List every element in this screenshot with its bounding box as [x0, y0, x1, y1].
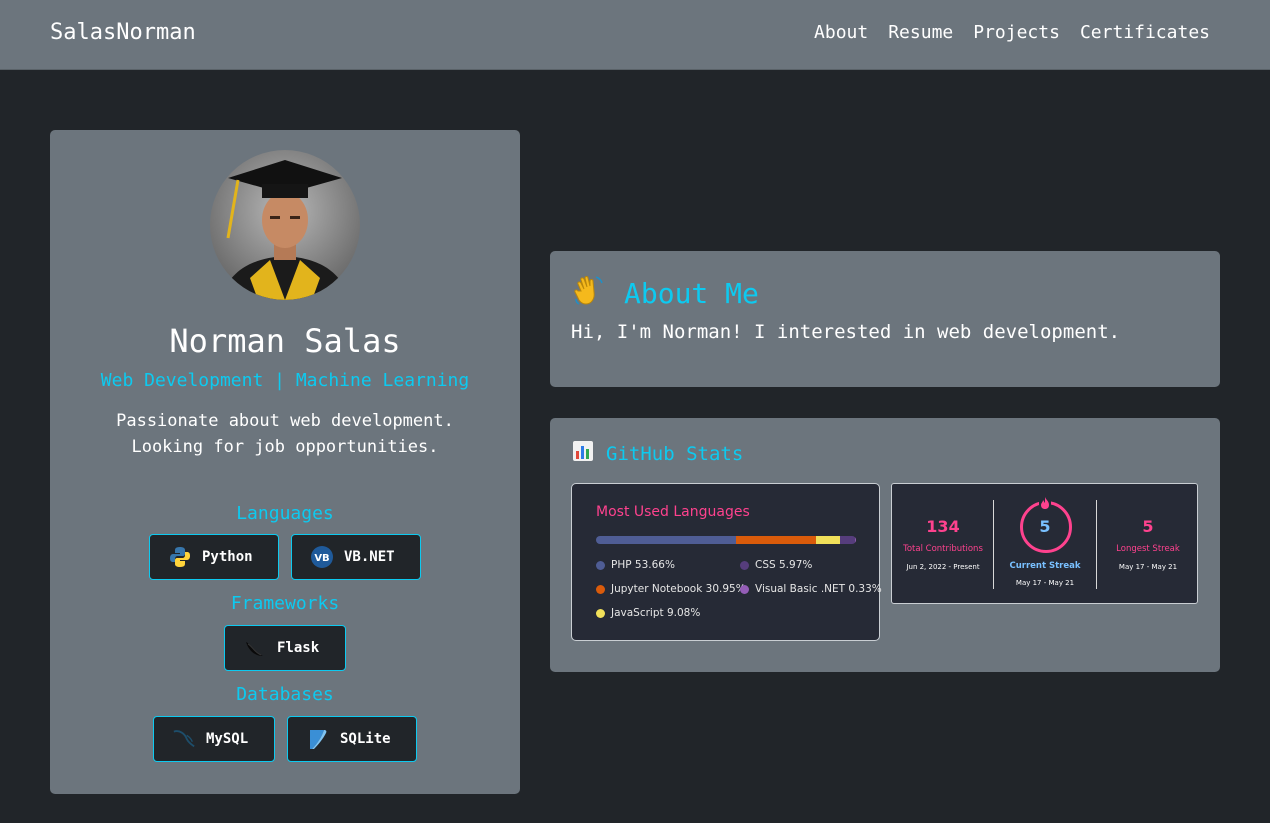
flame-icon	[1039, 495, 1051, 509]
bar-chart-icon	[572, 440, 594, 467]
chip-label: VB.NET	[344, 549, 395, 565]
longest-streak-range: May 17 - May 21	[1118, 563, 1178, 571]
chip-mysql[interactable]: MySQL	[153, 716, 275, 762]
github-stats-heading: GitHub Stats	[572, 440, 743, 467]
nav-links: About Resume Projects Certificates	[814, 22, 1210, 43]
bio-line: Looking for job opportunities.	[131, 437, 439, 457]
legend-item: PHP 53.66%	[596, 559, 675, 571]
legend-item: Visual Basic .NET 0.33%	[740, 583, 882, 595]
nav-link-projects[interactable]: Projects	[973, 22, 1060, 43]
about-heading: About Me	[572, 273, 759, 314]
language-bar-segment	[855, 536, 856, 544]
legend-label: Visual Basic .NET 0.33%	[755, 583, 882, 595]
legend-dot	[740, 560, 749, 570]
databases-heading: Databases	[236, 684, 334, 705]
nav-link-certificates[interactable]: Certificates	[1080, 22, 1210, 43]
longest-streak-stat: 5 Longest Streak May 17 - May 21	[1097, 517, 1199, 571]
nav-link-about[interactable]: About	[814, 22, 868, 43]
total-contributions-range: Jun 2, 2022 - Present	[906, 563, 980, 571]
legend-item: JavaScript 9.08%	[596, 607, 700, 619]
chip-sqlite[interactable]: SQLite	[287, 716, 417, 762]
language-bar-segment	[735, 536, 816, 544]
frameworks-chips: Flask	[50, 625, 520, 671]
legend-dot	[596, 584, 605, 594]
legend-label: PHP 53.66%	[611, 559, 675, 571]
chip-label: Flask	[277, 640, 320, 656]
languages-progress-bar	[596, 536, 856, 544]
nav-link-resume[interactable]: Resume	[888, 22, 953, 43]
total-contributions-stat: 134 Total Contributions Jun 2, 2022 - Pr…	[892, 517, 994, 571]
chip-vbnet[interactable]: VB VB.NET	[291, 534, 421, 580]
chip-flask[interactable]: Flask	[224, 625, 346, 671]
legend-dot	[596, 608, 605, 618]
github-stats-card: GitHub Stats Most Used Languages PHP 53.…	[550, 418, 1220, 672]
total-contributions-label: Total Contributions	[903, 544, 983, 554]
mysql-icon	[172, 727, 196, 751]
profile-subtitle: Web Development | Machine Learning	[100, 370, 470, 391]
legend-label: Jupyter Notebook 30.95%	[611, 583, 746, 595]
profile-name: Norman Salas	[169, 322, 401, 360]
longest-streak-label: Longest Streak	[1116, 544, 1180, 554]
frameworks-heading: Frameworks	[230, 593, 340, 614]
about-text: Hi, I'm Norman! I interested in web deve…	[571, 321, 1121, 343]
vbnet-icon: VB	[310, 545, 334, 569]
current-streak-stat: 5 Current Streak May 17 - May 21	[994, 484, 1096, 605]
profile-bio: Passionate about web development. Lookin…	[50, 408, 520, 460]
chip-label: MySQL	[206, 731, 249, 747]
languages-widget-title: Most Used Languages	[596, 504, 750, 520]
waving-hand-icon	[572, 273, 606, 314]
legend-item: Jupyter Notebook 30.95%	[596, 583, 746, 595]
legend-dot	[596, 560, 605, 570]
sqlite-icon	[306, 727, 330, 751]
svg-text:VB: VB	[314, 553, 329, 564]
about-card: About Me Hi, I'm Norman! I interested in…	[550, 251, 1220, 387]
databases-chips: MySQL SQLite	[50, 716, 520, 762]
current-streak-label: Current Streak	[1009, 561, 1081, 571]
current-streak-range: May 17 - May 21	[1015, 579, 1075, 587]
legend-item: CSS 5.97%	[740, 559, 812, 571]
most-used-languages-widget: Most Used Languages PHP 53.66% CSS 5.97%…	[571, 483, 882, 641]
language-bar-segment	[815, 536, 840, 544]
total-contributions-value: 134	[926, 517, 960, 536]
python-icon	[168, 545, 192, 569]
legend-label: JavaScript 9.08%	[611, 607, 701, 619]
avatar	[210, 150, 360, 300]
languages-heading: Languages	[236, 503, 334, 524]
languages-chips: Python VB VB.NET	[50, 534, 520, 580]
legend-label: CSS 5.97%	[755, 559, 813, 571]
chip-label: SQLite	[340, 731, 391, 747]
language-bar-segment	[596, 536, 736, 544]
about-title: About Me	[624, 277, 759, 310]
navbar: SalasNorman About Resume Projects Certif…	[0, 0, 1270, 70]
current-streak-value: 5	[1039, 517, 1051, 536]
avatar-portrait-graphic	[220, 160, 350, 300]
bio-line: Passionate about web development.	[116, 411, 454, 431]
flask-icon	[243, 636, 267, 660]
profile-card: Norman Salas Web Development | Machine L…	[50, 130, 520, 794]
language-bar-segment	[839, 536, 856, 544]
legend-dot	[740, 584, 749, 594]
longest-streak-value: 5	[1142, 517, 1154, 536]
chip-label: Python	[202, 549, 253, 565]
github-stats-title: GitHub Stats	[606, 442, 744, 465]
chip-python[interactable]: Python	[149, 534, 279, 580]
brand-link[interactable]: SalasNorman	[50, 20, 196, 45]
github-streak-widget: 134 Total Contributions Jun 2, 2022 - Pr…	[891, 483, 1198, 604]
